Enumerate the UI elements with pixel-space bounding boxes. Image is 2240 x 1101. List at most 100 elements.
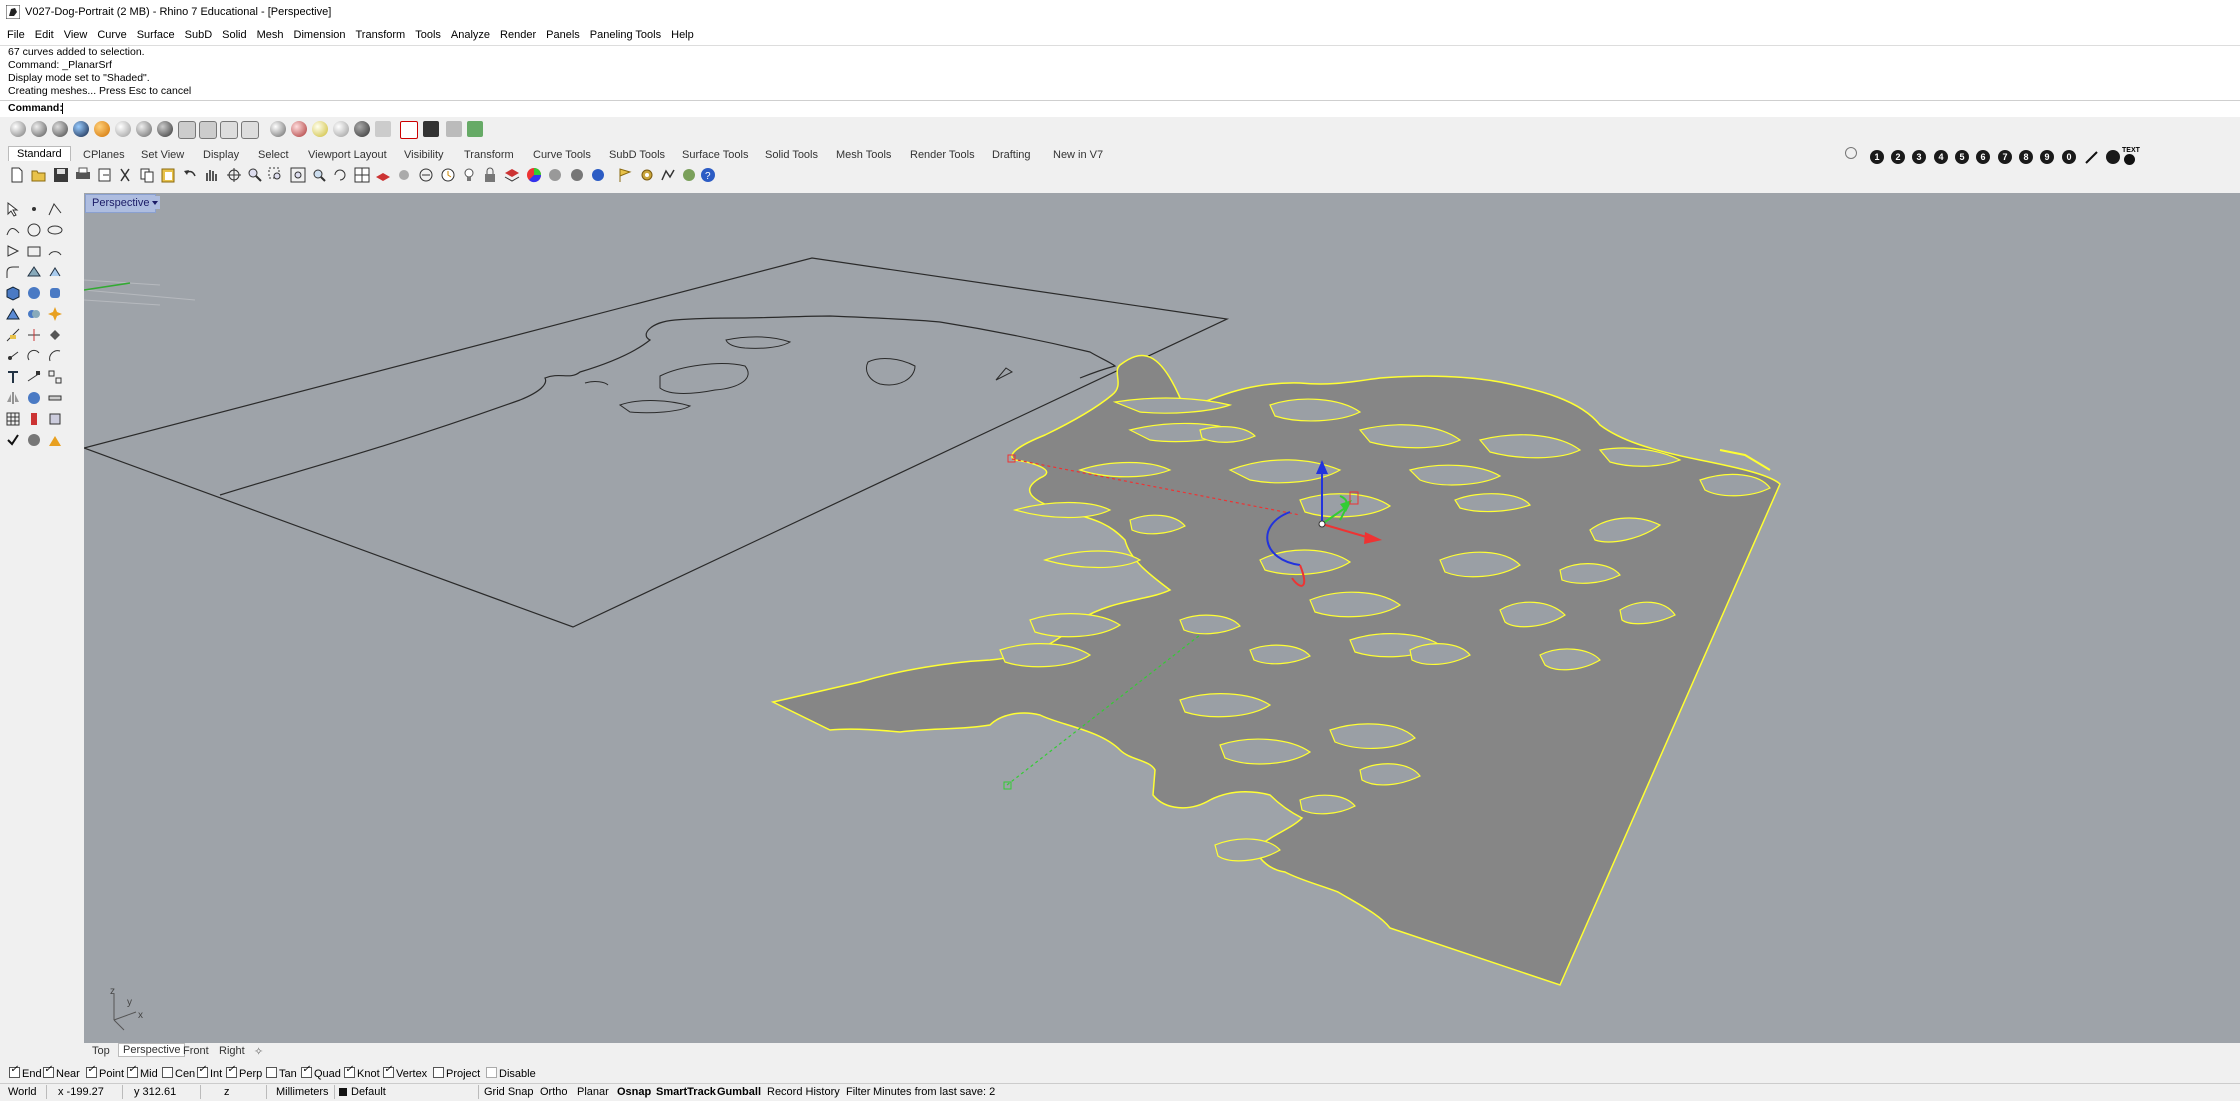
tab-viewport-layout[interactable]: Viewport Layout [308,149,387,161]
tab-visibility[interactable]: Visibility [404,149,444,161]
open-folder-icon[interactable] [31,167,47,183]
split-icon[interactable] [26,327,42,343]
ghosted-sphere-icon[interactable] [73,121,89,137]
gumball-center[interactable] [1318,520,1326,528]
close-render-icon[interactable] [400,121,418,139]
rotate-icon[interactable] [26,348,42,364]
button-8[interactable]: 8 [2019,150,2033,164]
package-icon[interactable] [681,167,697,183]
button-1[interactable]: 1 [1870,150,1884,164]
tab-top[interactable]: Top [92,1045,110,1057]
bulb-icon[interactable] [461,167,477,183]
sun-icon[interactable] [375,121,391,137]
zoom-window-icon[interactable] [268,167,284,183]
perspective-viewport[interactable]: z y x [84,193,2240,1043]
menu-help[interactable]: Help [666,25,699,45]
array-icon[interactable] [47,369,63,385]
monitor-icon[interactable] [423,121,439,137]
shaded-sphere-icon[interactable] [31,121,47,137]
menu-edit[interactable]: Edit [30,25,59,45]
osnap-knot[interactable]: Knot [344,1064,380,1080]
four-viewports-icon[interactable] [354,167,370,183]
tab-curve-tools[interactable]: Curve Tools [533,149,591,161]
options-gear-icon[interactable] [639,167,655,183]
button-5[interactable]: 5 [1955,150,1969,164]
osnap-end[interactable]: End [9,1064,42,1080]
undo-icon[interactable] [182,167,198,183]
rotate-view-icon[interactable] [226,167,242,183]
polygon-icon[interactable] [5,243,21,259]
render-globe-icon[interactable] [590,167,606,183]
toggle-filter[interactable]: Filter [846,1086,870,1098]
tab-new-in-v7[interactable]: New in V7 [1053,149,1103,161]
properties-icon[interactable] [26,411,42,427]
light-sphere-icon[interactable] [312,121,328,137]
current-layer[interactable]: Default [351,1086,386,1098]
rendered-sphere-icon[interactable] [52,121,68,137]
command-line[interactable]: Command: [0,100,2240,118]
ellipse-icon[interactable] [47,222,63,238]
toggle-record-history[interactable]: Record History [767,1086,840,1098]
text-button[interactable]: TEXT [2122,147,2140,165]
help-icon[interactable]: ? [700,167,716,183]
layer-color-swatch[interactable] [339,1088,347,1096]
cut-icon[interactable] [117,167,133,183]
paint-bucket-icon[interactable] [47,327,63,343]
menu-surface[interactable]: Surface [132,25,180,45]
box-icon[interactable] [5,285,21,301]
toggle-planar[interactable]: Planar [577,1086,609,1098]
tab-right[interactable]: Right [219,1045,245,1057]
render-icon[interactable] [569,167,585,183]
osnap-near[interactable]: Near [43,1064,80,1080]
osnap-cen[interactable]: Cen [162,1067,195,1080]
ruler-icon[interactable] [47,390,63,406]
osnap-mid[interactable]: Mid [127,1064,158,1080]
gear-icon[interactable] [1845,147,1857,159]
button-7[interactable]: 7 [1998,150,2012,164]
technical-sphere-icon[interactable] [115,121,131,137]
object-snap-icon[interactable] [396,167,412,183]
tab-perspective[interactable]: Perspective [118,1043,186,1057]
material-sphere-icon[interactable] [291,121,307,137]
osnap-point[interactable]: Point [86,1064,124,1080]
dimension-icon[interactable] [26,369,42,385]
osnap-vertex[interactable]: Vertex [383,1064,427,1080]
grid-array-icon[interactable] [5,411,21,427]
menu-subd[interactable]: SubD [180,25,218,45]
artistic-sphere-icon[interactable] [136,121,152,137]
paste-icon[interactable] [160,167,176,183]
tab-display[interactable]: Display [203,149,239,161]
analyze-icon[interactable] [47,411,63,427]
zoom-extents-icon[interactable] [290,167,306,183]
menu-dimension[interactable]: Dimension [289,25,351,45]
units-indicator[interactable]: Millimeters [276,1086,329,1098]
viewport-menu-chevron-down-icon[interactable] [150,196,160,209]
toggle-osnap[interactable]: Osnap [617,1086,651,1098]
xray-sphere-icon[interactable] [94,121,110,137]
osnap-perp[interactable]: Perp [226,1064,262,1080]
menu-tools[interactable]: Tools [410,25,446,45]
tab-subd-tools[interactable]: SubD Tools [609,149,665,161]
arc-icon[interactable] [47,243,63,259]
select-arrow-icon[interactable] [5,201,21,217]
mouse-scroll-icon[interactable] [220,121,238,139]
menu-file[interactable]: File [0,25,30,45]
tab-drafting[interactable]: Drafting [992,149,1031,161]
dot-icon[interactable] [2106,150,2120,164]
button-0[interactable]: 0 [2062,150,2076,164]
check-icon[interactable] [5,432,21,448]
tab-transform[interactable]: Transform [464,149,514,161]
surface-pt-icon[interactable] [26,264,42,280]
button-3[interactable]: 3 [1912,150,1926,164]
lock-icon[interactable] [482,167,498,183]
menu-paneling-tools[interactable]: Paneling Tools [585,25,666,45]
save-icon[interactable] [53,167,69,183]
cylinder-icon[interactable] [47,285,63,301]
paint-icon[interactable] [47,432,63,448]
solid-sphere-icon[interactable] [26,285,42,301]
toggle-ortho[interactable]: Ortho [540,1086,568,1098]
print-icon[interactable] [75,167,91,183]
add-viewport-tab-icon[interactable]: ✧ [254,1045,263,1058]
zoom-selected-icon[interactable] [311,167,327,183]
tab-standard[interactable]: Standard [8,146,71,161]
